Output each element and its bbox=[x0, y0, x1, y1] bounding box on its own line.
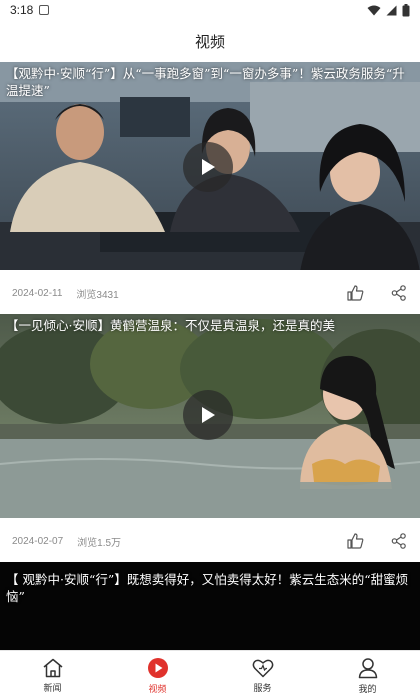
tab-label: 视频 bbox=[148, 684, 167, 695]
play-button[interactable] bbox=[183, 142, 233, 192]
heart-icon bbox=[252, 659, 273, 677]
video-meta: 2024-02-07 浏览1.5万 bbox=[0, 518, 420, 564]
play-icon bbox=[202, 159, 215, 175]
video-card[interactable]: 【观黔中·安顺“行”】从“一事跑多窗”到“一窗办多事”！紫云政务服务“升温提速”… bbox=[0, 62, 420, 316]
video-meta: 2024-02-11 浏览3431 bbox=[0, 270, 420, 316]
video-feed[interactable]: 【观黔中·安顺“行”】从“一事跑多窗”到“一窗办多事”！紫云政务服务“升温提速”… bbox=[0, 62, 420, 650]
share-icon bbox=[391, 533, 406, 549]
video-title[interactable]: 【一见倾心·安顺】黄鹤营温泉：不仅是真温泉，还是真的美 bbox=[0, 314, 420, 337]
bottom-tab-bar: 新闻 视频 服务 我的 bbox=[0, 650, 420, 700]
signal-icon bbox=[386, 5, 397, 15]
publish-date: 2024-02-11 bbox=[12, 287, 63, 299]
video-title[interactable]: 【 观黔中·安顺“行”】既想卖得好，又怕卖得太好！紫云生态米的“甜蜜烦恼” bbox=[0, 568, 420, 608]
publish-date: 2024-02-07 bbox=[12, 535, 64, 547]
home-icon bbox=[43, 658, 62, 677]
page-title: 视频 bbox=[194, 32, 225, 51]
battery-icon bbox=[402, 3, 410, 16]
tab-profile[interactable]: 我的 bbox=[315, 651, 420, 700]
view-count: 浏览1.5万 bbox=[77, 537, 122, 549]
play-button[interactable] bbox=[183, 390, 233, 440]
page-header: 视频 bbox=[0, 20, 420, 62]
video-title[interactable]: 【观黔中·安顺“行”】从“一事跑多窗”到“一窗办多事”！紫云政务服务“升温提速” bbox=[0, 62, 420, 102]
tab-news[interactable]: 新闻 bbox=[0, 651, 105, 700]
status-icons bbox=[367, 3, 410, 17]
play-icon bbox=[202, 407, 215, 423]
video-thumbnail[interactable]: 【观黔中·安顺“行”】从“一事跑多窗”到“一窗办多事”！紫云政务服务“升温提速” bbox=[0, 62, 420, 272]
like-button[interactable] bbox=[346, 284, 364, 302]
tab-label: 新闻 bbox=[43, 683, 62, 694]
video-card[interactable]: 【一见倾心·安顺】黄鹤营温泉：不仅是真温泉，还是真的美 2024-02-07 浏… bbox=[0, 314, 420, 564]
wifi-icon bbox=[367, 5, 381, 15]
share-icon bbox=[391, 285, 406, 301]
user-icon bbox=[358, 657, 377, 678]
tab-label: 服务 bbox=[253, 683, 272, 694]
tab-service[interactable]: 服务 bbox=[210, 651, 315, 700]
video-thumbnail[interactable]: 【 观黔中·安顺“行”】既想卖得好，又怕卖得太好！紫云生态米的“甜蜜烦恼” bbox=[0, 562, 420, 650]
like-button[interactable] bbox=[346, 532, 364, 550]
video-card[interactable]: 【 观黔中·安顺“行”】既想卖得好，又怕卖得太好！紫云生态米的“甜蜜烦恼” bbox=[0, 562, 420, 650]
share-button[interactable] bbox=[390, 284, 408, 302]
thumbs-up-icon bbox=[346, 285, 363, 301]
notification-icon bbox=[39, 5, 50, 15]
status-bar: 3:18 bbox=[0, 0, 420, 20]
tab-label: 我的 bbox=[358, 684, 377, 695]
video-thumbnail[interactable]: 【一见倾心·安顺】黄鹤营温泉：不仅是真温泉，还是真的美 bbox=[0, 314, 420, 520]
tab-video[interactable]: 视频 bbox=[105, 651, 210, 700]
thumbs-up-icon bbox=[346, 533, 363, 549]
status-time: 3:18 bbox=[10, 3, 34, 17]
play-circle-icon bbox=[147, 657, 168, 678]
share-button[interactable] bbox=[390, 532, 408, 550]
view-count: 浏览3431 bbox=[76, 289, 119, 301]
